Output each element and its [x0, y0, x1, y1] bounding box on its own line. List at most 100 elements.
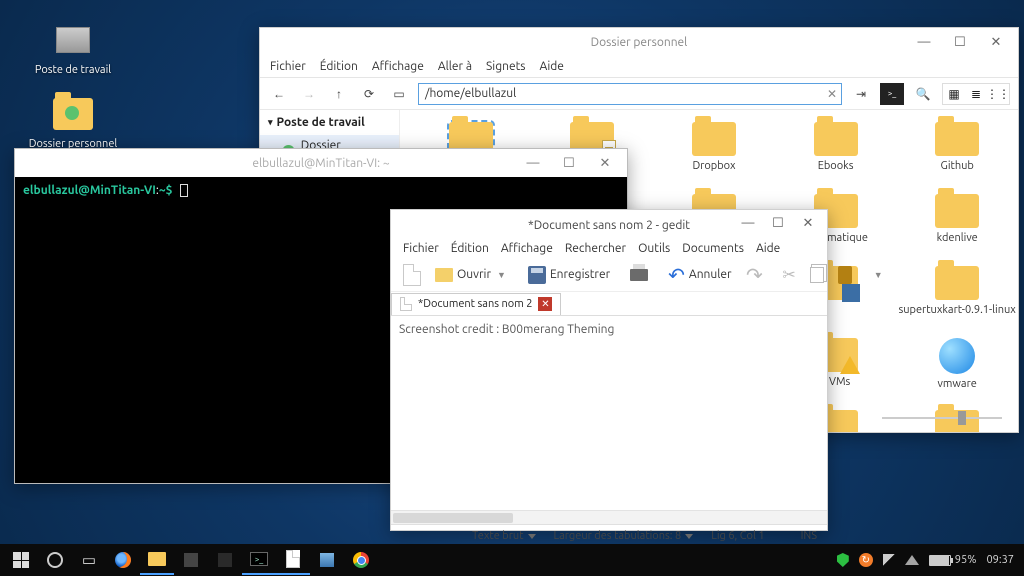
horizontal-scrollbar[interactable]: [391, 510, 827, 524]
close-button[interactable]: ✕: [978, 28, 1014, 56]
menu-item[interactable]: Signets: [486, 60, 526, 73]
desktop-icon-poste-de-travail[interactable]: Poste de travail: [28, 20, 118, 76]
syntax-selector[interactable]: Texte brut: [472, 530, 535, 542]
gedit-window: *Document sans nom 2 - gedit — ☐ ✕ Fichi…: [390, 209, 828, 531]
updates-icon[interactable]: ↻: [859, 553, 873, 567]
security-icon[interactable]: [837, 553, 849, 567]
list-view-button[interactable]: ≣: [965, 84, 987, 104]
minimize-button[interactable]: —: [733, 210, 763, 236]
open-button[interactable]: Ouvrir▼: [431, 263, 512, 287]
folder-icon: [692, 122, 736, 156]
file-item[interactable]: vmware: [896, 338, 1018, 410]
menu-item[interactable]: Édition: [320, 60, 358, 73]
start-button[interactable]: [4, 545, 38, 575]
toggle-path-button[interactable]: ⇥: [850, 83, 872, 105]
menu-item[interactable]: Outils: [638, 242, 670, 255]
terminal-task[interactable]: >_: [242, 545, 276, 575]
new-file-button[interactable]: [399, 263, 425, 287]
copy-icon: [810, 267, 824, 283]
file-item-label: supertuxkart-0.9.1-linux: [899, 304, 1016, 316]
system-tray: ↻ 95% 09:37: [837, 553, 1020, 567]
computer-icon[interactable]: ▭: [388, 83, 410, 105]
file-item[interactable]: Ebooks: [775, 122, 897, 194]
file-manager-menubar: Fichier Édition Affichage Aller à Signet…: [260, 56, 1018, 78]
view-mode-buttons: ▦ ≣ ⋮⋮: [942, 83, 1010, 105]
search-button[interactable]: 🔍: [912, 83, 934, 105]
file-manager-task[interactable]: [140, 545, 174, 575]
tab-label: *Document sans nom 2: [418, 298, 532, 310]
file-item-label: Ebooks: [818, 160, 854, 172]
window-title: Dossier personnel: [591, 36, 688, 49]
terminal-titlebar[interactable]: elbullazul@MinTitan-VI: ~ — ☐ ✕: [15, 149, 627, 177]
toolbar-menu-button[interactable]: ▼: [868, 263, 889, 287]
close-button[interactable]: ✕: [793, 210, 823, 236]
menu-item[interactable]: Édition: [451, 242, 489, 255]
forward-button[interactable]: →: [298, 83, 320, 105]
tab-width-selector[interactable]: Largeur des tabulations: 8: [554, 530, 694, 542]
clock[interactable]: 09:37: [986, 554, 1014, 566]
minimize-button[interactable]: —: [906, 28, 942, 56]
gedit-toolbar: Ouvrir▼ Enregistrer ↶Annuler ↶ ✂ ▼: [391, 258, 827, 292]
battery-indicator[interactable]: 95%: [929, 554, 977, 566]
file-item[interactable]: Github: [896, 122, 1018, 194]
file-item[interactable]: Dropbox: [653, 122, 775, 194]
print-button[interactable]: [626, 263, 652, 287]
maximize-button[interactable]: ☐: [763, 210, 793, 236]
minimize-button[interactable]: —: [515, 149, 551, 177]
maximize-button[interactable]: ☐: [551, 149, 587, 177]
menu-item[interactable]: Affichage: [501, 242, 553, 255]
taskbar-item[interactable]: [310, 545, 344, 575]
prompt-user: elbullazul@MinTitan-VI: [23, 184, 156, 197]
back-button[interactable]: ←: [268, 83, 290, 105]
new-file-icon: [403, 264, 421, 286]
file-item[interactable]: supertuxkart-0.9.1-linux: [896, 266, 1018, 338]
terminal-button[interactable]: >_: [880, 83, 904, 105]
gedit-task[interactable]: [276, 545, 310, 575]
paste-button[interactable]: [834, 263, 856, 287]
menu-item[interactable]: Documents: [682, 242, 744, 255]
firefox-button[interactable]: [106, 545, 140, 575]
copy-button[interactable]: [806, 263, 828, 287]
icon-view-button[interactable]: ▦: [943, 84, 965, 104]
chromium-button[interactable]: [344, 545, 378, 575]
maximize-button[interactable]: ☐: [942, 28, 978, 56]
tab-close-button[interactable]: ✕: [538, 297, 552, 311]
compact-view-button[interactable]: ⋮⋮: [987, 84, 1009, 104]
undo-button[interactable]: ↶Annuler: [664, 263, 735, 287]
gedit-tab[interactable]: *Document sans nom 2 ✕: [391, 293, 561, 315]
file-item-label: kdenlive: [937, 232, 978, 244]
taskbar-item[interactable]: [174, 545, 208, 575]
file-item[interactable]: kdenlive: [896, 194, 1018, 266]
menu-item[interactable]: Aide: [756, 242, 780, 255]
gedit-editor[interactable]: Screenshot credit : B00merang Theming: [391, 316, 827, 510]
desktop-icon-dossier-personnel[interactable]: Dossier personnel: [28, 94, 118, 150]
menu-item[interactable]: Aide: [540, 60, 564, 73]
path-input[interactable]: /home/elbullazul ✕: [418, 83, 842, 105]
menu-item[interactable]: Fichier: [270, 60, 306, 73]
open-folder-icon: [435, 268, 453, 282]
redo-button[interactable]: ↶: [742, 263, 767, 287]
folder-icon: [148, 552, 166, 566]
save-button[interactable]: Enregistrer: [524, 263, 614, 287]
reload-button[interactable]: ⟳: [358, 83, 380, 105]
up-button[interactable]: ↑: [328, 83, 350, 105]
taskbar-item[interactable]: [208, 545, 242, 575]
cut-button[interactable]: ✂: [778, 263, 799, 287]
sidebar-root[interactable]: ▾Poste de travail: [260, 110, 399, 135]
menu-item[interactable]: Fichier: [403, 242, 439, 255]
cut-icon: ✂: [782, 265, 795, 284]
insert-mode: INS: [801, 530, 817, 542]
zoom-slider[interactable]: [882, 414, 1002, 422]
close-button[interactable]: ✕: [587, 149, 623, 177]
menu-item[interactable]: Aller à: [438, 60, 472, 73]
clear-path-icon[interactable]: ✕: [827, 87, 837, 101]
file-manager-titlebar[interactable]: Dossier personnel — ☐ ✕: [260, 28, 1018, 56]
chromium-icon: [353, 552, 369, 568]
gedit-titlebar[interactable]: *Document sans nom 2 - gedit — ☐ ✕: [391, 210, 827, 238]
menu-item[interactable]: Rechercher: [565, 242, 626, 255]
menu-item[interactable]: Affichage: [372, 60, 424, 73]
task-view-button[interactable]: ▭: [72, 545, 106, 575]
network-icon[interactable]: [905, 555, 919, 565]
volume-icon[interactable]: [883, 554, 895, 566]
search-button[interactable]: [38, 545, 72, 575]
